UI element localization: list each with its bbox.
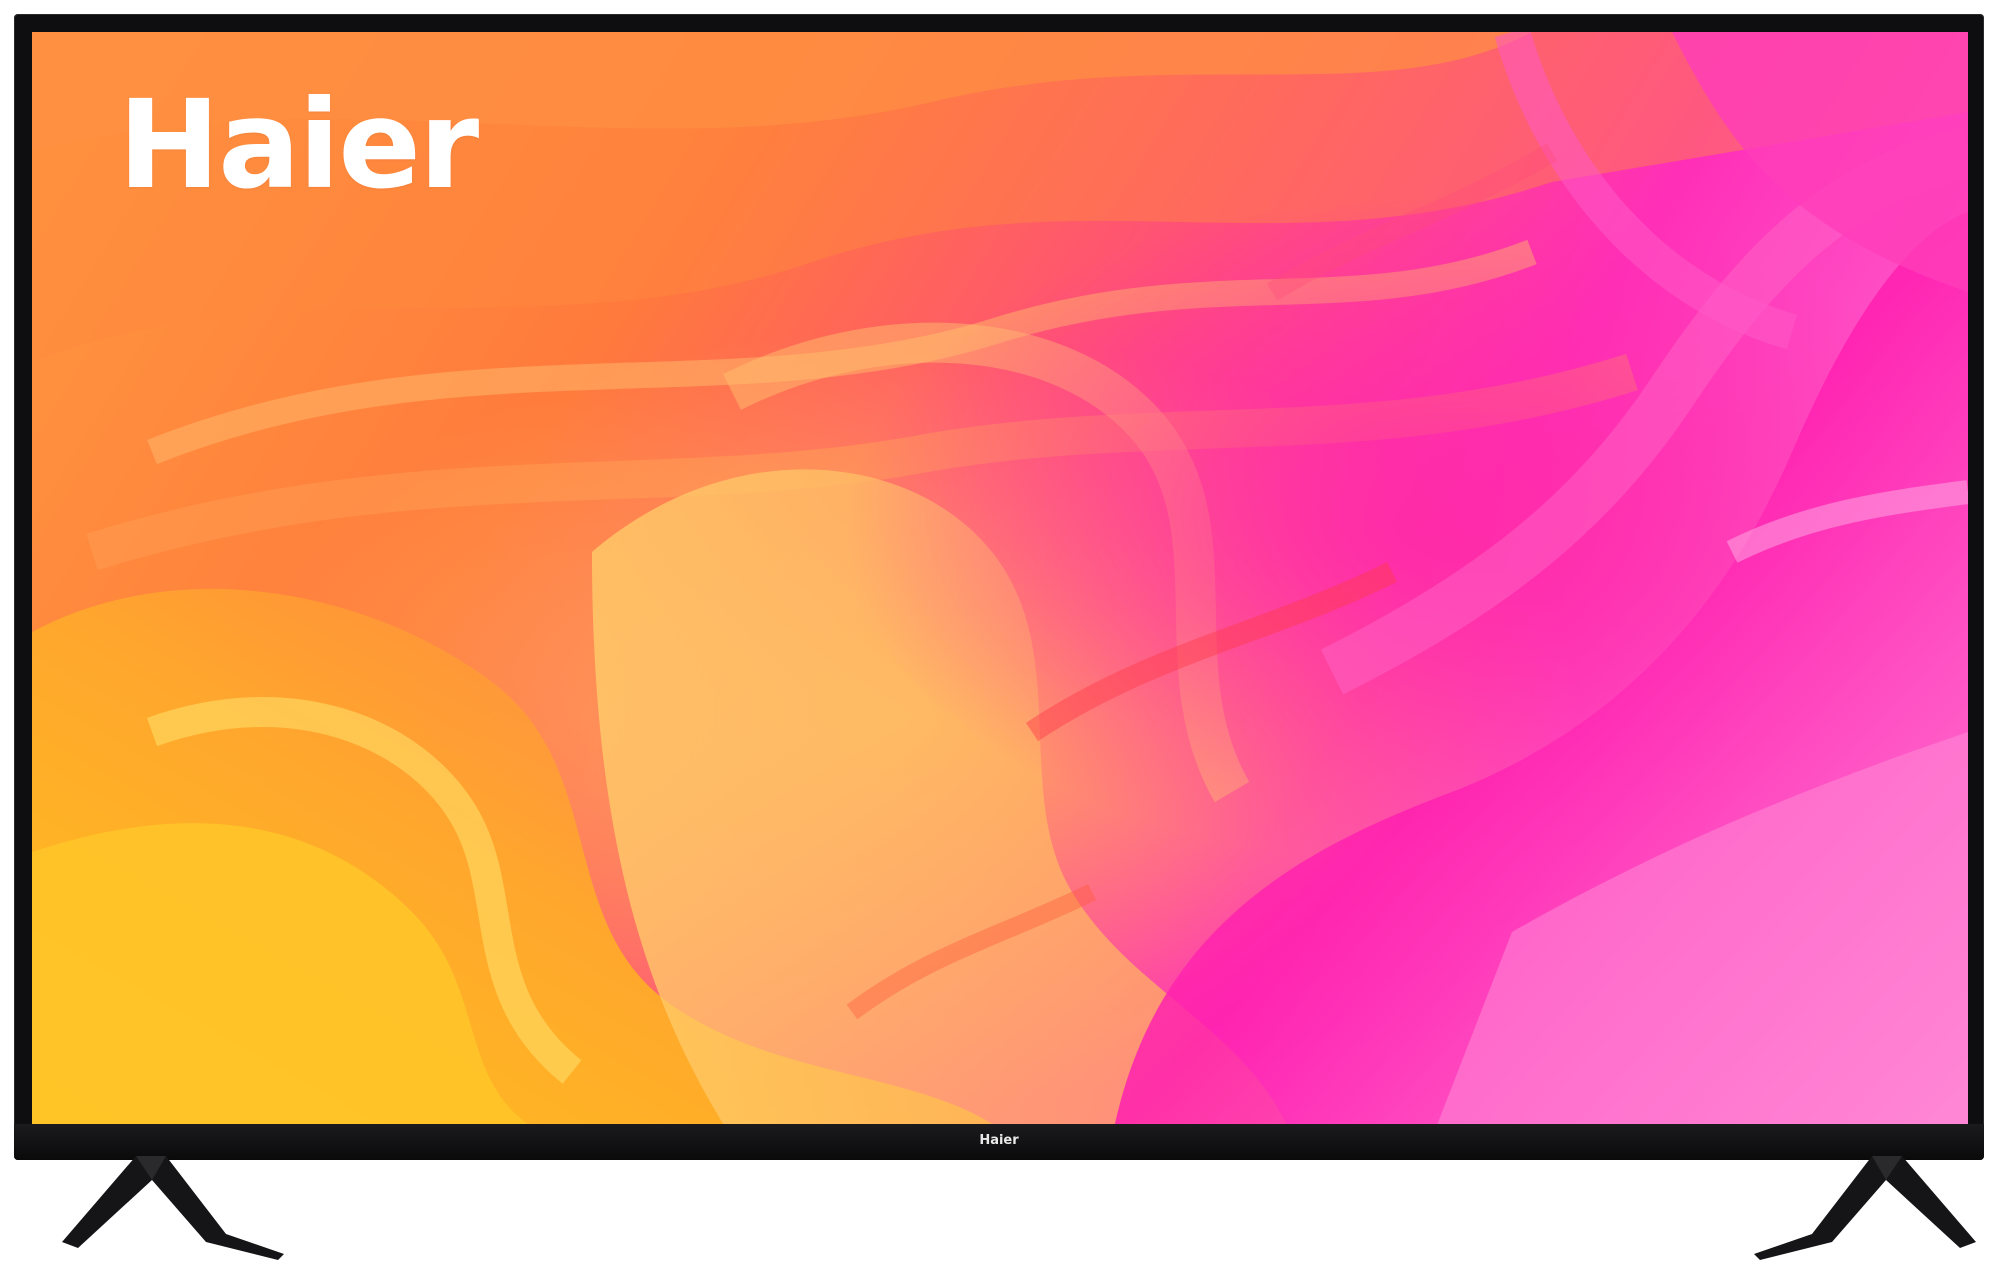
tv-screen: Haier [32,32,1968,1138]
product-image: Haier Haier [0,0,1999,1263]
bottom-bezel: Haier [14,1124,1984,1160]
tv-frame: Haier [14,14,1984,1160]
tv-stand-right-icon [1754,1156,1976,1260]
bezel-brand-logo: Haier [979,1133,1019,1148]
tv-stand-left-icon [62,1156,284,1260]
screen-brand-logo: Haier [118,74,479,216]
